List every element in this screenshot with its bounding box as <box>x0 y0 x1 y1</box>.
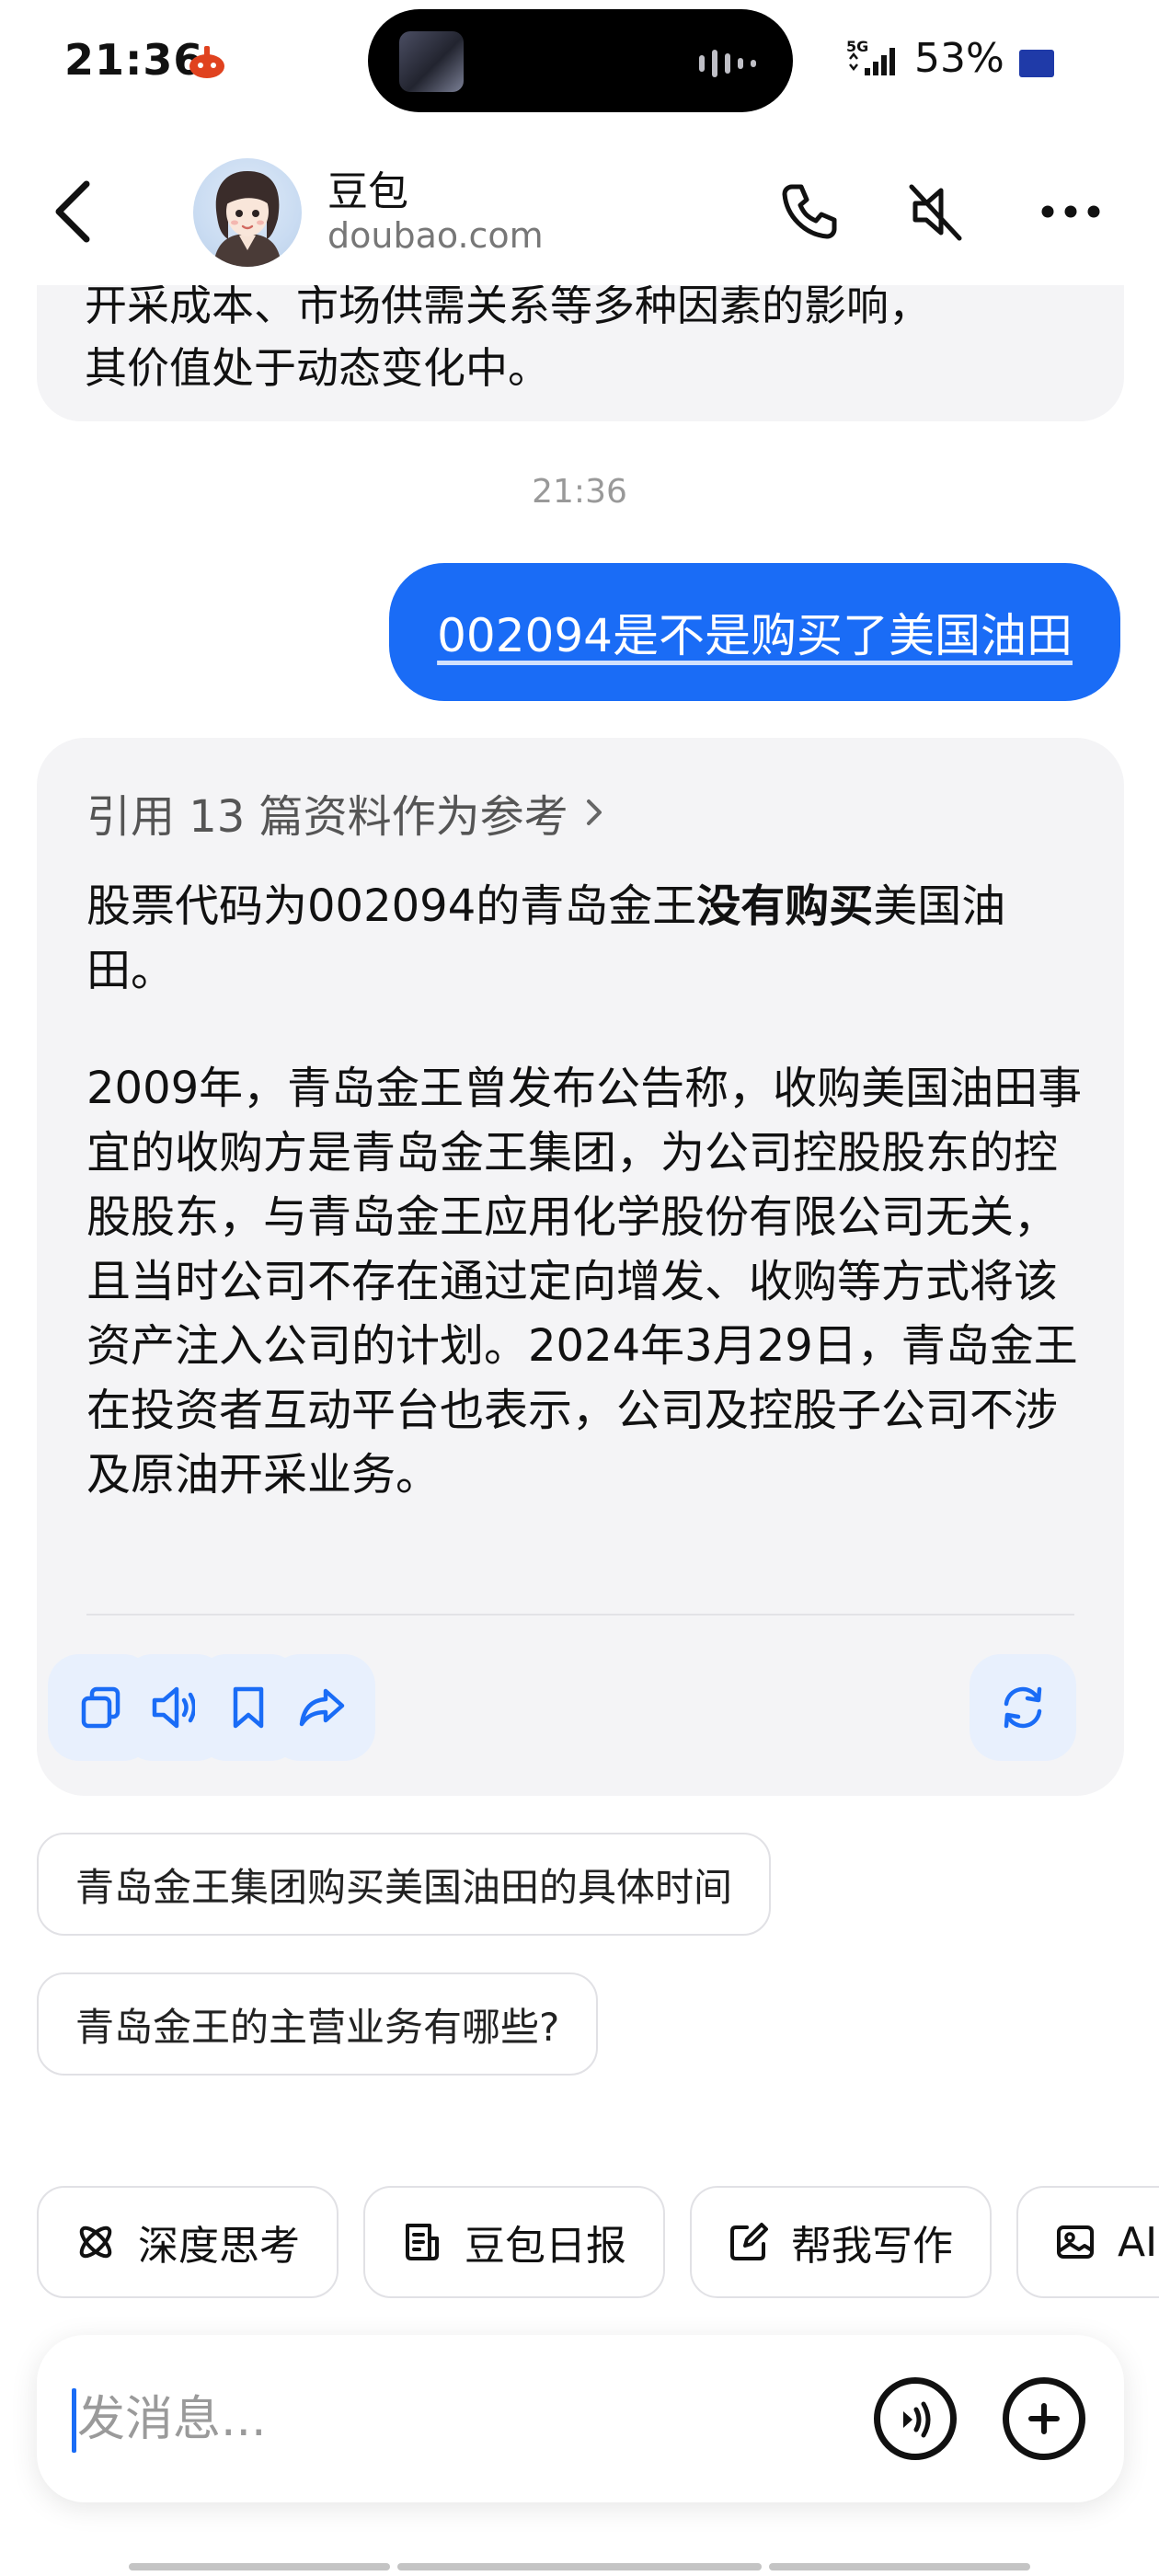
user-message-bubble[interactable]: 002094是不是购买了美国油田 <box>389 563 1120 701</box>
chip-label: 豆包日报 <box>465 2223 626 2270</box>
answer-paragraph-2: 2009年，青岛金王曾发布公告称，收购美国油田事宜的收购方是青岛金王集团，为公司… <box>86 1063 1083 1501</box>
more-icon <box>1041 205 1100 218</box>
chip-label: 深度思考 <box>138 2223 300 2270</box>
back-button[interactable] <box>44 175 103 248</box>
audio-wave-icon <box>699 50 756 77</box>
writing-icon <box>730 2223 768 2260</box>
svg-text:5G: 5G <box>846 38 868 55</box>
bookmark-icon <box>233 1686 264 1729</box>
read-aloud-icon <box>152 1686 197 1729</box>
battery-icon <box>1019 50 1054 77</box>
suggestion-chip[interactable]: 青岛金王的主营业务有哪些? <box>37 1972 599 2076</box>
ai-image-chip[interactable]: AI <box>1016 2186 1159 2298</box>
tool-chip-row: 深度思考 豆包日报 帮我写作 AI <box>0 2186 1159 2300</box>
message-composer <box>37 2335 1124 2502</box>
mute-button[interactable] <box>900 175 973 248</box>
bot-domain: doubao.com <box>327 215 544 256</box>
avatar[interactable] <box>193 158 302 267</box>
phone-button[interactable] <box>773 175 846 248</box>
dynamic-island[interactable] <box>368 9 793 112</box>
answer-text: 股票代码为002094的青岛金王没有购买美国油田。 2009年，青岛金王曾发布公… <box>86 874 1089 1507</box>
share-icon <box>299 1688 345 1727</box>
voice-wave-icon <box>903 2401 931 2438</box>
regenerate-button[interactable] <box>970 1654 1076 1761</box>
answer-bubble: 引用 13 篇资料作为参考 股票代码为002094的青岛金王没有购买美国油田。 … <box>37 738 1124 1796</box>
writing-chip[interactable]: 帮我写作 <box>690 2186 992 2298</box>
message-input[interactable] <box>77 2375 832 2464</box>
app-notification-icon <box>187 42 227 79</box>
speaker-muted-icon <box>909 184 962 241</box>
home-indicator <box>129 2563 390 2570</box>
status-bar: 21:36 5G 53% <box>0 0 1159 129</box>
divider <box>86 1614 1074 1616</box>
user-message-text[interactable]: 002094是不是购买了美国油田 <box>437 599 1073 665</box>
regenerate-icon <box>1004 1686 1042 1729</box>
phone-icon <box>782 184 837 239</box>
back-icon <box>55 180 90 243</box>
now-playing-thumbnail <box>399 31 464 92</box>
more-button[interactable] <box>1034 175 1107 248</box>
home-indicator <box>769 2563 1030 2570</box>
bot-name: 豆包 <box>327 168 408 215</box>
daily-report-icon <box>406 2224 439 2260</box>
battery-percent: 53% <box>914 35 1004 82</box>
previous-answer-last-line: 其价值处于动态变化中。 <box>85 343 550 393</box>
image-icon <box>1057 2225 1094 2259</box>
text-caret <box>72 2388 76 2453</box>
status-time: 21:36 <box>64 35 204 85</box>
add-attachment-button[interactable] <box>1003 2377 1085 2460</box>
chip-label: AI <box>1118 2218 1158 2266</box>
signal-icon: 5G <box>844 37 907 79</box>
suggestion-chip[interactable]: 青岛金王集团购买美国油田的具体时间 <box>37 1833 772 1936</box>
deep-think-chip[interactable]: 深度思考 <box>37 2186 339 2298</box>
references-link[interactable]: 引用 13 篇资料作为参考 <box>86 780 607 845</box>
copy-icon <box>81 1686 120 1729</box>
home-indicator <box>397 2563 762 2570</box>
share-button[interactable] <box>269 1654 375 1761</box>
daily-report-chip[interactable]: 豆包日报 <box>363 2186 665 2298</box>
chevron-right-icon <box>586 799 602 825</box>
voice-call-button[interactable] <box>874 2377 957 2460</box>
message-timestamp: 21:36 <box>532 473 627 511</box>
answer-paragraph-1: 股票代码为002094的青岛金王没有购买美国油田。 <box>86 880 1006 996</box>
references-label: 引用 13 篇资料作为参考 <box>86 791 568 843</box>
deep-think-icon <box>79 2225 112 2259</box>
chip-label: 帮我写作 <box>791 2223 953 2270</box>
plus-icon <box>1028 2403 1060 2434</box>
chat-header: 豆包 doubao.com <box>0 138 1159 285</box>
